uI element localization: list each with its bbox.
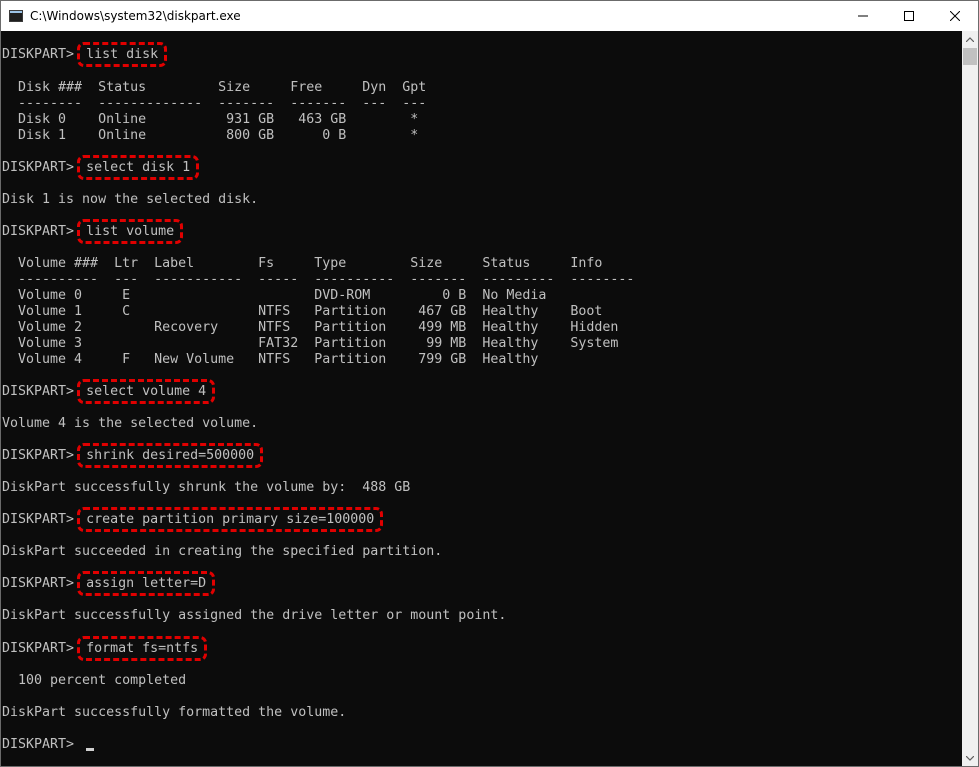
chevron-up-icon bbox=[966, 36, 974, 42]
close-button[interactable] bbox=[932, 1, 978, 31]
disk-table-header: Disk ### Status Size Free Dyn Gpt bbox=[2, 80, 427, 95]
vertical-scrollbar[interactable] bbox=[962, 31, 978, 766]
select-disk-result: Disk 1 is now the selected disk. bbox=[2, 192, 259, 207]
volume-table-row: Volume 4 F New Volume NTFS Partition 799… bbox=[2, 352, 539, 367]
prompt: DISKPART> bbox=[2, 641, 83, 656]
scroll-thumb[interactable] bbox=[963, 48, 977, 65]
select-volume-result: Volume 4 is the selected volume. bbox=[2, 416, 259, 431]
text-cursor bbox=[86, 748, 95, 751]
console-line: DISKPART> list disk bbox=[2, 42, 168, 67]
prompt: DISKPART> bbox=[2, 512, 83, 527]
diskpart-window: C:\Windows\system32\diskpart.exe DISKPAR… bbox=[0, 0, 979, 767]
command-select-volume: select volume 4 bbox=[77, 379, 216, 404]
volume-table-row: Volume 0 E DVD-ROM 0 B No Media bbox=[2, 288, 547, 303]
command-list-disk: list disk bbox=[77, 42, 168, 67]
close-icon bbox=[950, 11, 960, 21]
assign-result: DiskPart successfully assigned the drive… bbox=[2, 608, 507, 623]
prompt: DISKPART> bbox=[2, 47, 83, 62]
prompt: DISKPART> bbox=[2, 448, 83, 463]
volume-table-separator: ---------- --- ----------- ----- -------… bbox=[2, 272, 635, 287]
title-bar[interactable]: C:\Windows\system32\diskpart.exe bbox=[1, 1, 978, 31]
disk-table-separator: -------- ------------- ------- ------- -… bbox=[2, 96, 427, 111]
volume-table-header: Volume ### Ltr Label Fs Type Size Status… bbox=[2, 256, 603, 271]
scroll-down-button[interactable] bbox=[962, 750, 978, 766]
prompt: DISKPART> bbox=[2, 576, 83, 591]
command-create-partition: create partition primary size=100000 bbox=[77, 507, 384, 532]
console-icon bbox=[9, 10, 23, 22]
command-shrink: shrink desired=500000 bbox=[77, 443, 264, 468]
window-title: C:\Windows\system32\diskpart.exe bbox=[30, 9, 241, 23]
volume-table-row: Volume 2 Recovery NTFS Partition 499 MB … bbox=[2, 320, 619, 335]
format-result: DiskPart successfully formatted the volu… bbox=[2, 705, 347, 720]
console-line: DISKPART> assign letter=D bbox=[2, 571, 216, 596]
chevron-down-icon bbox=[966, 755, 974, 761]
console-line: DISKPART> list volume bbox=[2, 219, 184, 244]
console-line: DISKPART> create partition primary size=… bbox=[2, 507, 384, 532]
command-list-volume: list volume bbox=[77, 219, 184, 244]
maximize-icon bbox=[904, 11, 914, 21]
scroll-up-button[interactable] bbox=[962, 31, 978, 47]
prompt: DISKPART> bbox=[2, 384, 83, 399]
disk-table-row: Disk 1 Online 800 GB 0 B * bbox=[2, 128, 419, 143]
volume-table-row: Volume 1 C NTFS Partition 467 GB Healthy… bbox=[2, 304, 603, 319]
maximize-button[interactable] bbox=[886, 1, 932, 31]
command-format: format fs=ntfs bbox=[77, 636, 208, 661]
minimize-button[interactable] bbox=[840, 1, 886, 31]
shrink-result: DiskPart successfully shrunk the volume … bbox=[2, 480, 411, 495]
volume-table-row: Volume 3 FAT32 Partition 99 MB Healthy S… bbox=[2, 336, 619, 351]
prompt: DISKPART> bbox=[2, 160, 83, 175]
create-result: DiskPart succeeded in creating the speci… bbox=[2, 544, 443, 559]
console-line: DISKPART> select volume 4 bbox=[2, 379, 216, 404]
format-progress: 100 percent completed bbox=[2, 673, 187, 688]
prompt: DISKPART> bbox=[2, 224, 83, 239]
console-output[interactable]: DISKPART> list disk Disk ### Status Size… bbox=[1, 31, 962, 766]
command-assign-letter: assign letter=D bbox=[77, 571, 216, 596]
console-line: DISKPART> shrink desired=500000 bbox=[2, 443, 264, 468]
minimize-icon bbox=[858, 15, 868, 17]
command-select-disk: select disk 1 bbox=[77, 155, 200, 180]
console-line: DISKPART> bbox=[2, 737, 95, 753]
disk-table-row: Disk 0 Online 931 GB 463 GB * bbox=[2, 112, 419, 127]
console-line: DISKPART> format fs=ntfs bbox=[2, 636, 208, 661]
prompt: DISKPART> bbox=[2, 737, 83, 752]
console-line: DISKPART> select disk 1 bbox=[2, 155, 200, 180]
